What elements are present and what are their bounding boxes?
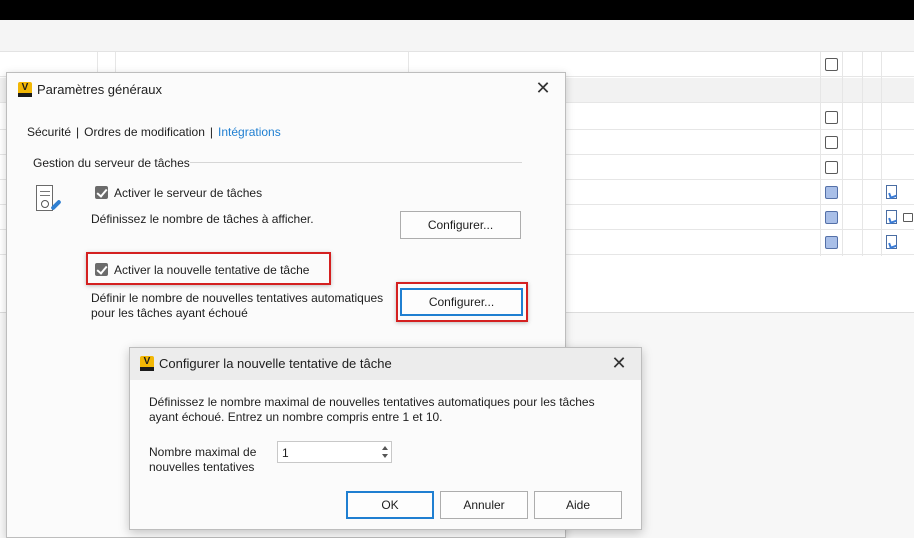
tab-ordres-de-modification[interactable]: Ordres de modification [84,125,205,139]
dialog-title: Configurer la nouvelle tentative de tâch… [159,356,392,371]
row-checkbox[interactable] [825,161,838,174]
retry-description-line2: pour les tâches ayant échoué [91,306,248,320]
group-divider [190,162,522,163]
row-checkbox-checked[interactable] [825,236,838,249]
tab-separator: | [209,125,214,139]
row-checkbox[interactable] [825,136,838,149]
toolbar-strip [0,20,914,52]
app-logo-icon: V [140,356,154,371]
max-retries-label-line1: Nombre maximal de [149,445,257,459]
row-checkbox-checked[interactable] [825,211,838,224]
close-icon[interactable]: ✕ [609,354,629,374]
tab-bar: Sécurité | Ordres de modification | Intégrat… [27,125,281,139]
cancel-button[interactable]: Annuler [440,491,528,519]
document-icon[interactable] [886,210,897,224]
configure-retry-button[interactable]: Configurer... [400,288,523,316]
dialog-titlebar: V Configurer la nouvelle tentative de tâ… [130,348,641,380]
enable-server-label[interactable]: Activer le serveur de tâches [114,186,262,200]
document-icon[interactable] [886,235,897,249]
column-divider [862,52,863,256]
max-retries-value[interactable]: 1 [282,446,289,460]
row-checkbox[interactable] [825,58,838,71]
enable-retry-label[interactable]: Activer la nouvelle tentative de tâche [114,263,309,277]
enable-server-checkbox[interactable] [95,186,108,199]
configure-retry-dialog: V Configurer la nouvelle tentative de tâ… [129,347,642,530]
row-checkbox-checked[interactable] [825,186,838,199]
row-checkbox[interactable] [825,111,838,124]
max-retries-label-line2: nouvelles tentatives [149,460,255,474]
enable-retry-checkbox[interactable] [95,263,108,276]
retry-dialog-description-line2: ayant échoué. Entrez un nombre compris e… [149,410,443,424]
dialog-titlebar: V Paramètres généraux ✕ [7,73,565,105]
column-divider [820,52,821,256]
column-divider [842,52,843,256]
retry-description-line1: Définir le nombre de nouvelles tentative… [91,291,384,305]
ok-button[interactable]: OK [346,491,434,519]
tab-integrations[interactable]: Intégrations [218,125,281,139]
tab-separator: | [76,125,80,139]
retry-dialog-description-line1: Définissez le nombre maximal de nouvelle… [149,395,595,409]
stepper-arrows[interactable] [381,444,389,460]
column-divider [881,52,882,256]
dialog-title: Paramètres généraux [37,82,163,97]
folder-icon[interactable] [903,213,913,222]
chevron-down-icon[interactable] [382,454,388,458]
max-retries-stepper[interactable]: 1 [277,441,392,463]
tasks-description: Définissez le nombre de tâches à affiche… [91,212,314,226]
app-logo-icon: V [18,82,32,97]
top-bar [0,0,914,20]
task-server-icon [36,185,62,215]
help-button[interactable]: Aide [534,491,622,519]
document-icon[interactable] [886,185,897,199]
configure-tasks-button[interactable]: Configurer... [400,211,521,239]
group-title: Gestion du serveur de tâches [33,156,190,170]
close-icon[interactable]: ✕ [533,79,553,99]
tab-securite[interactable]: Sécurité [27,125,71,139]
chevron-up-icon[interactable] [382,446,388,450]
